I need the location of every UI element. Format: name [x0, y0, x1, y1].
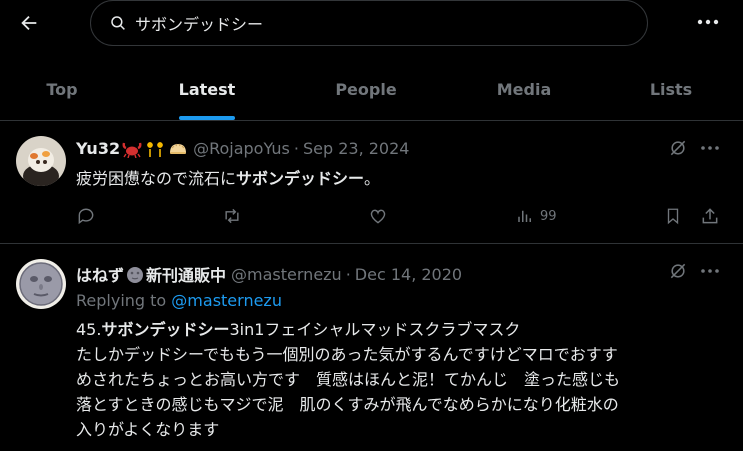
- search-input[interactable]: サボンデッドシー: [90, 0, 648, 46]
- name-emojis: [122, 140, 188, 158]
- avatar[interactable]: [16, 259, 66, 309]
- search-icon: [111, 16, 125, 30]
- reply-button[interactable]: [76, 204, 96, 228]
- replying-to-link[interactable]: @masternezu: [171, 291, 282, 310]
- search-tabs: Top Latest People Media Lists: [0, 58, 743, 121]
- tab-top[interactable]: Top: [0, 58, 124, 120]
- active-tab-indicator: [179, 116, 235, 120]
- tweet-actions: 99: [76, 204, 726, 228]
- view-count: 99: [540, 208, 557, 224]
- tweet-line: めされたちょっとお高い方です 質感はほんと泥！てかんじ 塗った感じも: [76, 370, 621, 389]
- tweet[interactable]: はねず 新刊通販中 @masternezu · Dec 14, 2020 Repl…: [0, 245, 743, 451]
- fireworks-emoji-icon: [147, 141, 164, 157]
- tweet-more-button[interactable]: [698, 259, 722, 283]
- tweet-line: 45.サボンデッドシー3in1フェイシャルマッドスクラブマスク: [76, 320, 521, 339]
- timestamp[interactable]: Sep 23, 2024: [303, 139, 410, 158]
- new-moon-face-emoji-icon: [127, 267, 144, 283]
- share-icon: [702, 208, 718, 224]
- display-name[interactable]: はねず 新刊通販中: [76, 262, 226, 286]
- views-button[interactable]: 99: [516, 204, 557, 228]
- more-horizontal-icon: [701, 146, 719, 150]
- more-horizontal-icon: [701, 269, 719, 273]
- tweet-more-button[interactable]: [698, 136, 722, 160]
- bookmark-icon: [667, 208, 679, 225]
- search-query: サボンデッドシー: [135, 15, 264, 34]
- heart-icon: [370, 209, 386, 224]
- tab-lists[interactable]: Lists: [606, 58, 736, 120]
- avatar-image: [16, 136, 66, 186]
- more-options-button[interactable]: [694, 10, 722, 34]
- tweet-header: はねず 新刊通販中 @masternezu · Dec 14, 2020: [76, 262, 462, 286]
- arrow-left-icon: [21, 15, 37, 31]
- tab-latest[interactable]: Latest: [146, 58, 268, 120]
- avatar[interactable]: [16, 136, 66, 186]
- tweet-line: たしかデッドシーでももう一個別のあった気がするんですけどマロでおすす: [76, 345, 618, 364]
- retweet-icon: [225, 208, 239, 224]
- grok-button[interactable]: [666, 259, 690, 283]
- share-button[interactable]: [700, 204, 720, 228]
- tweet[interactable]: Yu32 @RojapoYus · Sep 23, 2024 疲労困憊なので流石…: [0, 122, 743, 244]
- more-horizontal-icon: [697, 19, 719, 25]
- handle[interactable]: @RojapoYus: [193, 139, 290, 158]
- views-icon: [518, 210, 531, 222]
- crab-emoji-icon: [122, 142, 142, 158]
- display-name[interactable]: Yu32: [76, 139, 120, 158]
- dumpling-emoji-icon: [170, 143, 187, 154]
- timestamp[interactable]: Dec 14, 2020: [355, 265, 462, 284]
- grok-icon: [670, 140, 686, 156]
- tweet-line: 落とすときの感じもマジで泥 肌のくすみが飛んでなめらかになり化粧水の: [76, 395, 619, 414]
- reply-icon: [78, 208, 94, 225]
- tab-media[interactable]: Media: [454, 58, 594, 120]
- tweet-line: 入りがよくなります: [76, 420, 220, 439]
- tweet-text: 45.サボンデッドシー3in1フェイシャルマッドスクラブマスク たしかデッドシー…: [76, 317, 726, 442]
- tab-people[interactable]: People: [296, 58, 436, 120]
- tweet-text: 疲労困憊なので流石にサボンデッドシー。: [76, 169, 381, 188]
- handle[interactable]: @masternezu: [231, 265, 342, 284]
- replying-to: Replying to @masternezu: [76, 291, 282, 310]
- tweet-header: Yu32 @RojapoYus · Sep 23, 2024: [76, 139, 410, 158]
- top-bar: サボンデッドシー: [0, 0, 743, 50]
- like-button[interactable]: [368, 204, 388, 228]
- grok-button[interactable]: [666, 136, 690, 160]
- retweet-button[interactable]: [221, 204, 243, 228]
- grok-icon: [670, 263, 686, 279]
- avatar-image: [16, 259, 66, 309]
- bookmark-button[interactable]: [664, 204, 682, 228]
- back-button[interactable]: [14, 8, 44, 38]
